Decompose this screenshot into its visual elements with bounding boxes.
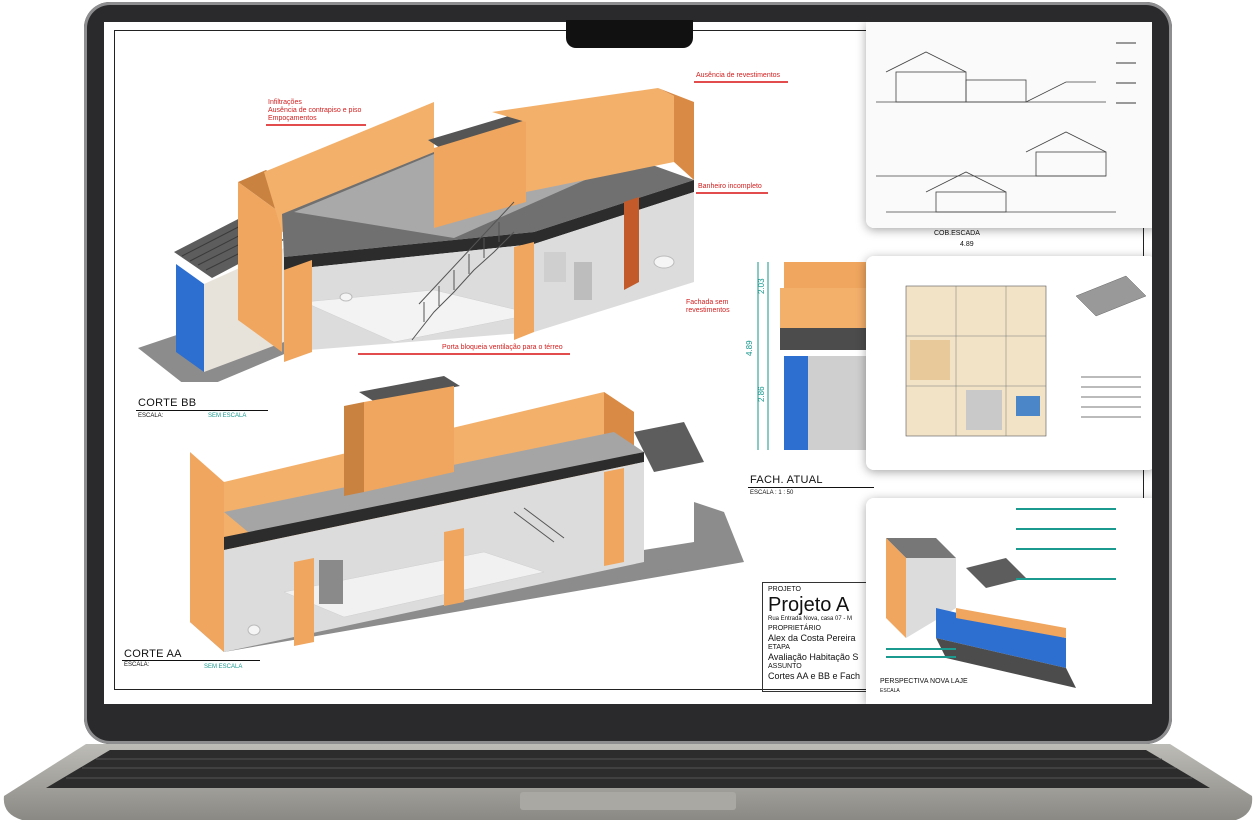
label-banheiro-underline [696,192,768,194]
label-infiltracoes-underline [266,124,366,126]
label-porta-underline [358,353,570,355]
fachada-rule [748,487,874,488]
cob-escada-label: COB.ESCADA [934,230,980,237]
etapa-label: ETAPA [768,644,790,651]
laptop-mockup: Infiltrações Ausência de contrapiso e pi… [0,0,1257,828]
project-address: Rua Entrada Nova, casa 07 - M [768,616,853,622]
projeto-label: PROJETO [768,586,801,593]
corte-aa-drawing [190,376,744,652]
label-ausencia-underline [694,81,788,83]
assunto-value: Cortes AA e BB e Fach [768,671,861,681]
label-fachada-sem-revestimentos: Fachada sem revestimentos [686,299,730,314]
corte-bb-drawing [138,88,694,382]
fachada-escala: ESCALA : 1 : 50 [750,490,794,496]
thumb-perspectiva: PERSPECTIVA NOVA LAJE ESCALA [866,498,1152,704]
proprietario-label: PROPRIETÁRIO [768,625,821,632]
label-porta-bloqueia: Porta bloqueia ventilação para o térreo [442,344,563,351]
etapa-value: Avaliação Habitação S [768,652,859,662]
perspectiva-title: PERSPECTIVA NOVA LAJE [880,678,968,685]
label-banheiro-incompleto: Banheiro incompleto [698,183,762,190]
fachada-dim-upper: 2.03 [757,278,766,294]
fachada-dim-total: 4.89 [745,340,754,356]
corte-aa-title: CORTE AA [124,648,182,660]
corte-bb-escala-value: SEM ESCALA [208,413,247,419]
fachada-dim-lower: 2.86 [757,386,766,402]
label-infiltracoes: Infiltrações Ausência de contrapiso e pi… [268,99,362,122]
laptop-base [3,744,1253,820]
label-ausencia-revestimentos: Ausência de revestimentos [696,72,781,79]
proprietario-value: Alex da Costa Pereira [768,633,856,643]
thumb-floor-plan [866,256,1152,470]
fachada-title: FACH. ATUAL [750,474,823,486]
corte-aa-escala-label: ESCALA: [124,662,150,668]
corte-aa-rule [122,660,260,661]
corte-bb-rule [136,410,268,411]
projeto-value: Projeto A [768,594,850,616]
assunto-label: ASSUNTO [768,663,802,670]
corte-bb-escala-label: ESCALA: [138,413,164,419]
thumb-elevations [866,22,1152,228]
perspectiva-escala: ESCALA [880,688,900,694]
corte-aa-escala-value: SEM ESCALA [204,664,243,670]
camera-notch [566,20,693,48]
corte-bb-title: CORTE BB [138,397,197,409]
cob-escada-value: 4.89 [960,241,974,248]
screen: Infiltrações Ausência de contrapiso e pi… [104,22,1152,704]
